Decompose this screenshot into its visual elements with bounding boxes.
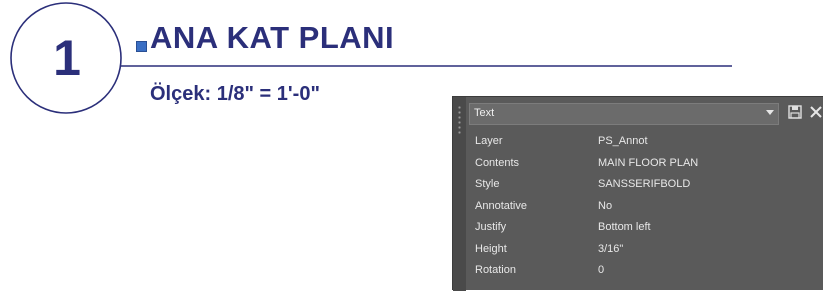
property-row-style[interactable]: Style SANSSERIFBOLD [469,174,823,196]
property-value[interactable]: Bottom left [598,221,651,233]
property-grid: Layer PS_Annot Contents MAIN FLOOR PLAN … [469,131,823,282]
property-value[interactable]: MAIN FLOOR PLAN [598,157,698,169]
object-type-label: Text [474,107,495,119]
property-value[interactable]: PS_Annot [598,135,648,147]
property-row-height[interactable]: Height 3/16" [469,239,823,261]
property-name: Rotation [475,264,516,276]
view-scale-text[interactable]: Ölçek: 1/8" = 1'-0" [150,82,320,106]
property-value[interactable]: 0 [598,264,604,276]
property-row-layer[interactable]: Layer PS_Annot [469,131,823,153]
properties-palette: Text Layer PS_Annot Contents MAIN FLOOR … [452,96,823,291]
palette-drag-handle[interactable] [453,97,466,291]
property-name: Justify [475,221,507,233]
property-name: Style [475,178,500,190]
property-row-contents[interactable]: Contents MAIN FLOOR PLAN [469,153,823,175]
chevron-down-icon [766,110,774,115]
property-value[interactable]: No [598,200,612,212]
close-icon[interactable] [808,104,823,120]
view-number: 1 [53,30,81,86]
property-value[interactable]: SANSSERIFBOLD [598,178,690,190]
property-value[interactable]: 3/16" [598,243,623,255]
view-title-text[interactable]: ANA KAT PLANI [150,20,394,56]
object-type-dropdown[interactable]: Text [469,103,779,125]
property-row-justify[interactable]: Justify Bottom left [469,217,823,239]
property-name: Height [475,242,507,255]
text-grip-handle[interactable] [136,41,147,52]
property-name: Layer [475,135,503,147]
save-icon[interactable] [787,104,803,120]
property-name: Annotative [475,199,527,212]
property-row-annotative[interactable]: Annotative No [469,196,823,218]
property-row-rotation[interactable]: Rotation 0 [469,260,823,282]
property-name: Contents [475,156,520,169]
grip-dots-icon [457,105,462,135]
